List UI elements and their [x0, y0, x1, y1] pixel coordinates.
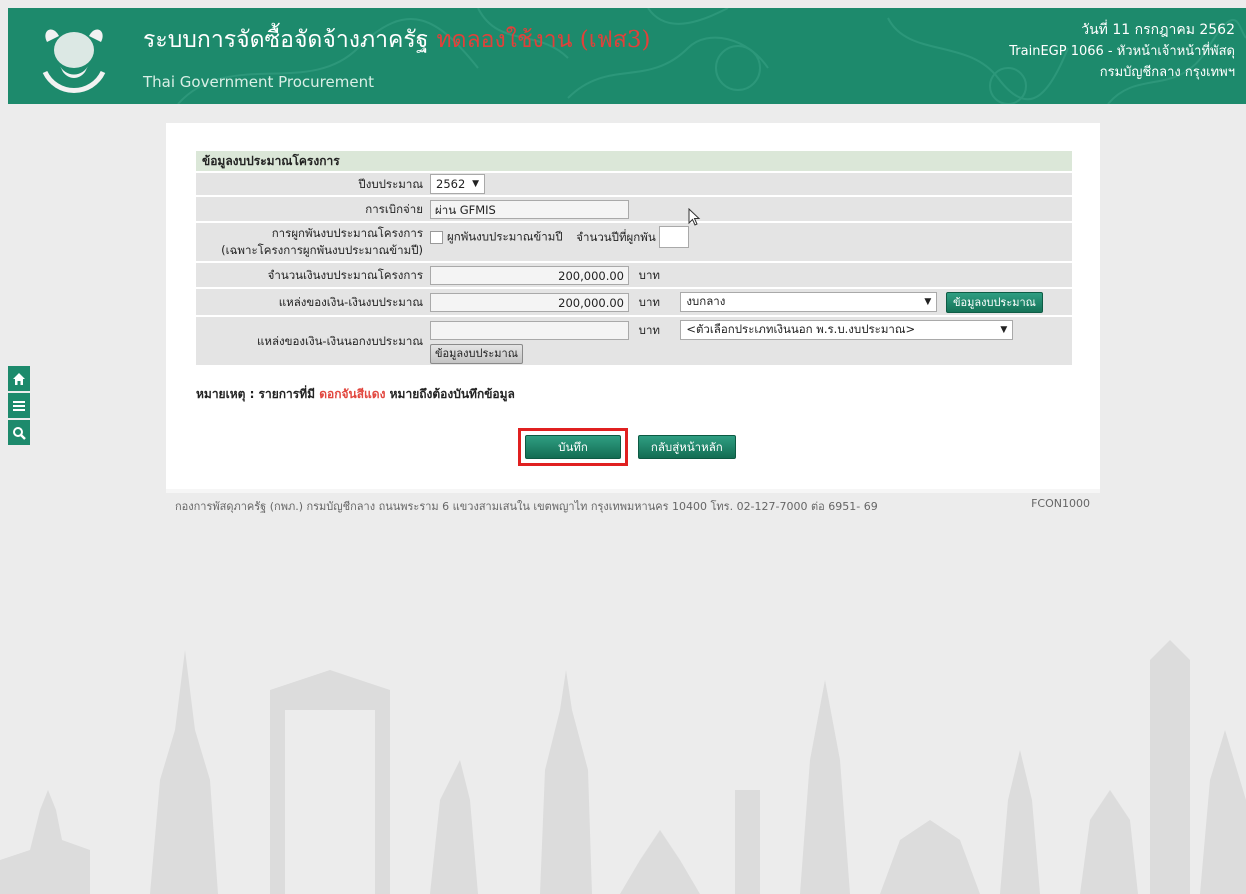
- save-button[interactable]: บันทึก: [525, 435, 621, 459]
- project-budget-row: จำนวนเงินงบประมาณโครงการ 200,000.00 บาท: [196, 263, 1072, 287]
- footer-address: กองการพัสดุภาครัฐ (กพภ.) กรมบัญชีกลาง ถน…: [175, 500, 878, 513]
- budget-info-button[interactable]: ข้อมูลงบประมาณ: [945, 291, 1043, 313]
- section-header-row: ข้อมูลงบประมาณโครงการ: [196, 151, 1072, 171]
- user-department: กรมบัญชีกลาง กรุงเทพฯ: [1099, 65, 1235, 80]
- project-budget-unit: บาท: [638, 267, 660, 282]
- commitment-label: การผูกพันงบประมาณโครงการ: [271, 226, 423, 240]
- fiscal-year-value: 2562: [436, 177, 466, 191]
- home-button[interactable]: [8, 366, 30, 391]
- user-name: TrainEGP 1066 - หัวหน้าเจ้าหน้าที่พัสดุ: [1009, 44, 1235, 59]
- city-silhouette-background: [0, 640, 1246, 894]
- note-highlight: ดอกจันสีแดง: [319, 387, 386, 401]
- budget-form-panel: ข้อมูลงบประมาณโครงการ ปีงบประมาณ 2562 ▼ ก…: [166, 123, 1100, 489]
- search-icon: [13, 426, 26, 440]
- current-date: วันที่ 11 กรกฎาคม 2562: [1081, 22, 1235, 38]
- disbursement-label: การเบิกจ่าย: [196, 197, 427, 221]
- offbudget-source-unit: บาท: [638, 322, 660, 337]
- menu-icon: [13, 400, 25, 411]
- required-note: หมายเหตุ : รายการที่มี ดอกจันสีแดง หมายถ…: [196, 385, 515, 404]
- back-to-main-button[interactable]: กลับสู่หน้าหลัก: [637, 434, 736, 459]
- disbursement-field[interactable]: ผ่าน GFMIS: [430, 199, 629, 219]
- commitment-row: การผูกพันงบประมาณโครงการ (เฉพาะโครงการผู…: [196, 223, 1072, 261]
- page-code: FCON1000: [1031, 497, 1090, 510]
- fiscal-year-row: ปีงบประมาณ 2562 ▼: [196, 173, 1072, 195]
- project-budget-label: จำนวนเงินงบประมาณโครงการ: [196, 263, 427, 287]
- search-button[interactable]: [8, 420, 30, 445]
- panel-bottom-edge: [166, 489, 1100, 493]
- commitment-years-label: จำนวนปีที่ผูกพัน: [576, 229, 656, 244]
- page-footer: กองการพัสดุภาครัฐ (กพภ.) กรมบัญชีกลาง ถน…: [175, 497, 1090, 515]
- offbudget-info-button[interactable]: ข้อมูลงบประมาณ: [430, 344, 523, 364]
- budget-source-row: แหล่งของเงิน-เงินงบประมาณ 200,000.00 บาท…: [196, 289, 1072, 315]
- offbudget-source-amount[interactable]: [430, 320, 629, 340]
- system-title-text: ระบบการจัดซื้อจัดจ้างภาครัฐ: [143, 27, 429, 53]
- system-title: ระบบการจัดซื้อจัดจ้างภาครัฐ ทดลองใช้งาน (…: [143, 22, 651, 58]
- mouse-cursor-icon: [688, 208, 701, 226]
- save-highlight-box: บันทึก: [518, 428, 628, 466]
- dropdown-arrow-icon: ▼: [924, 297, 932, 307]
- disbursement-row: การเบิกจ่าย ผ่าน GFMIS: [196, 197, 1072, 221]
- project-budget-field[interactable]: 200,000.00: [430, 265, 629, 285]
- fiscal-year-label: ปีงบประมาณ: [196, 173, 427, 195]
- menu-button[interactable]: [8, 393, 30, 418]
- dropdown-arrow-icon: ▼: [1000, 325, 1008, 335]
- budget-source-amount[interactable]: 200,000.00: [430, 292, 629, 312]
- top-header: ระบบการจัดซื้อจัดจ้างภาครัฐ ทดลองใช้งาน (…: [8, 8, 1246, 104]
- dropdown-arrow-icon: ▼: [472, 179, 479, 189]
- commitment-sublabel: (เฉพาะโครงการผูกพันงบประมาณข้ามปี): [221, 243, 423, 257]
- budget-source-select[interactable]: งบกลาง ▼: [680, 292, 938, 312]
- budget-source-label: แหล่งของเงิน-เงินงบประมาณ: [196, 289, 427, 315]
- form-actions: บันทึก กลับสู่หน้าหลัก: [518, 428, 736, 466]
- trial-label: ทดลองใช้งาน (เฟส3): [436, 27, 651, 53]
- commitment-years-input[interactable]: [659, 226, 690, 248]
- note-prefix: หมายเหตุ : รายการที่มี: [196, 387, 316, 401]
- offbudget-source-select[interactable]: <ตัวเลือกประเภทเงินนอก พ.ร.บ.งบประมาณ> ▼: [680, 320, 1014, 340]
- commitment-checkbox-label: ผูกพันงบประมาณข้ามปี: [447, 229, 563, 244]
- commitment-checkbox[interactable]: [430, 230, 443, 244]
- offbudget-source-label: แหล่งของเงิน-เงินนอกงบประมาณ: [196, 317, 427, 365]
- user-info: วันที่ 11 กรกฎาคม 2562 TrainEGP 1066 - ห…: [1009, 20, 1235, 83]
- garuda-logo-icon: [42, 29, 106, 93]
- note-suffix: หมายถึงต้องบันทึกข้อมูล: [389, 387, 515, 401]
- budget-source-unit: บาท: [638, 294, 660, 309]
- budget-source-select-value: งบกลาง: [686, 294, 726, 308]
- fiscal-year-select[interactable]: 2562 ▼: [430, 174, 485, 194]
- budget-form-table: ข้อมูลงบประมาณโครงการ ปีงบประมาณ 2562 ▼ ก…: [196, 149, 1072, 367]
- system-subtitle: Thai Government Procurement: [143, 73, 374, 91]
- offbudget-source-row: แหล่งของเงิน-เงินนอกงบประมาณ บาท <ตัวเลื…: [196, 317, 1072, 365]
- offbudget-source-select-value: <ตัวเลือกประเภทเงินนอก พ.ร.บ.งบประมาณ>: [686, 322, 916, 336]
- side-nav: [8, 366, 30, 447]
- home-icon: [13, 372, 25, 385]
- section-title: ข้อมูลงบประมาณโครงการ: [196, 151, 1072, 171]
